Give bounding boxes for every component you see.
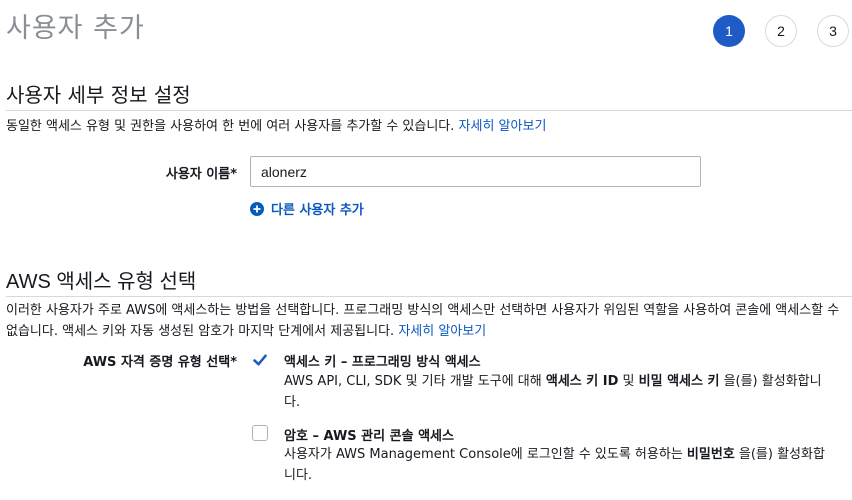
access-type-section-title: AWS 액세스 유형 선택	[6, 271, 197, 293]
add-another-user-button[interactable]: 다른 사용자 추가	[250, 199, 364, 218]
learn-more-link[interactable]: 자세히 알아보기	[398, 324, 486, 339]
password-option-title: 암호 – AWS 관리 콘솔 액세스	[284, 429, 454, 444]
password-checkbox[interactable]	[252, 425, 268, 441]
password-term: 비밀번호	[686, 447, 735, 462]
plus-circle-icon	[250, 201, 264, 216]
page-title: 사용자 추가	[6, 13, 145, 44]
add-another-user-label: 다른 사용자 추가	[271, 203, 364, 218]
username-input[interactable]	[250, 156, 701, 187]
secret-access-key-term: 비밀 액세스 키	[638, 374, 720, 389]
access-key-desc-and: 및	[618, 374, 639, 389]
user-details-section-title: 사용자 세부 정보 설정	[6, 83, 191, 107]
user-details-description-text: 동일한 액세스 유형 및 권한을 사용하여 한 번에 여러 사용자를 추가할 수…	[6, 119, 455, 134]
access-type-description: 이러한 사용자가 주로 AWS에 액세스하는 방법을 선택합니다. 프로그래밍 …	[6, 300, 852, 342]
user-details-description: 동일한 액세스 유형 및 권한을 사용하여 한 번에 여러 사용자를 추가할 수…	[6, 116, 852, 137]
section-divider	[6, 110, 852, 111]
password-desc-text: 사용자가 AWS Management Console에 로그인할 수 있도록 …	[284, 447, 687, 462]
credential-type-label: AWS 자격 증명 유형 선택*	[83, 355, 237, 370]
section-divider	[6, 296, 852, 297]
step-2-indicator[interactable]: 2	[765, 15, 797, 47]
checkmark-icon	[253, 354, 267, 366]
username-label: 사용자 이름*	[165, 167, 237, 182]
password-option-description: 사용자가 AWS Management Console에 로그인할 수 있도록 …	[284, 444, 829, 486]
step-1-indicator[interactable]: 1	[713, 15, 745, 47]
access-key-checkbox[interactable]	[252, 352, 268, 368]
access-key-id-term: 액세스 키 ID	[545, 374, 619, 389]
access-key-desc-text: AWS API, CLI, SDK 및 기타 개발 도구에 대해	[284, 374, 546, 389]
access-key-option-description: AWS API, CLI, SDK 및 기타 개발 도구에 대해 액세스 키 I…	[284, 371, 829, 413]
step-3-indicator[interactable]: 3	[817, 15, 849, 47]
access-key-option-title: 액세스 키 – 프로그래밍 방식 액세스	[284, 355, 481, 370]
learn-more-link[interactable]: 자세히 알아보기	[459, 119, 547, 134]
